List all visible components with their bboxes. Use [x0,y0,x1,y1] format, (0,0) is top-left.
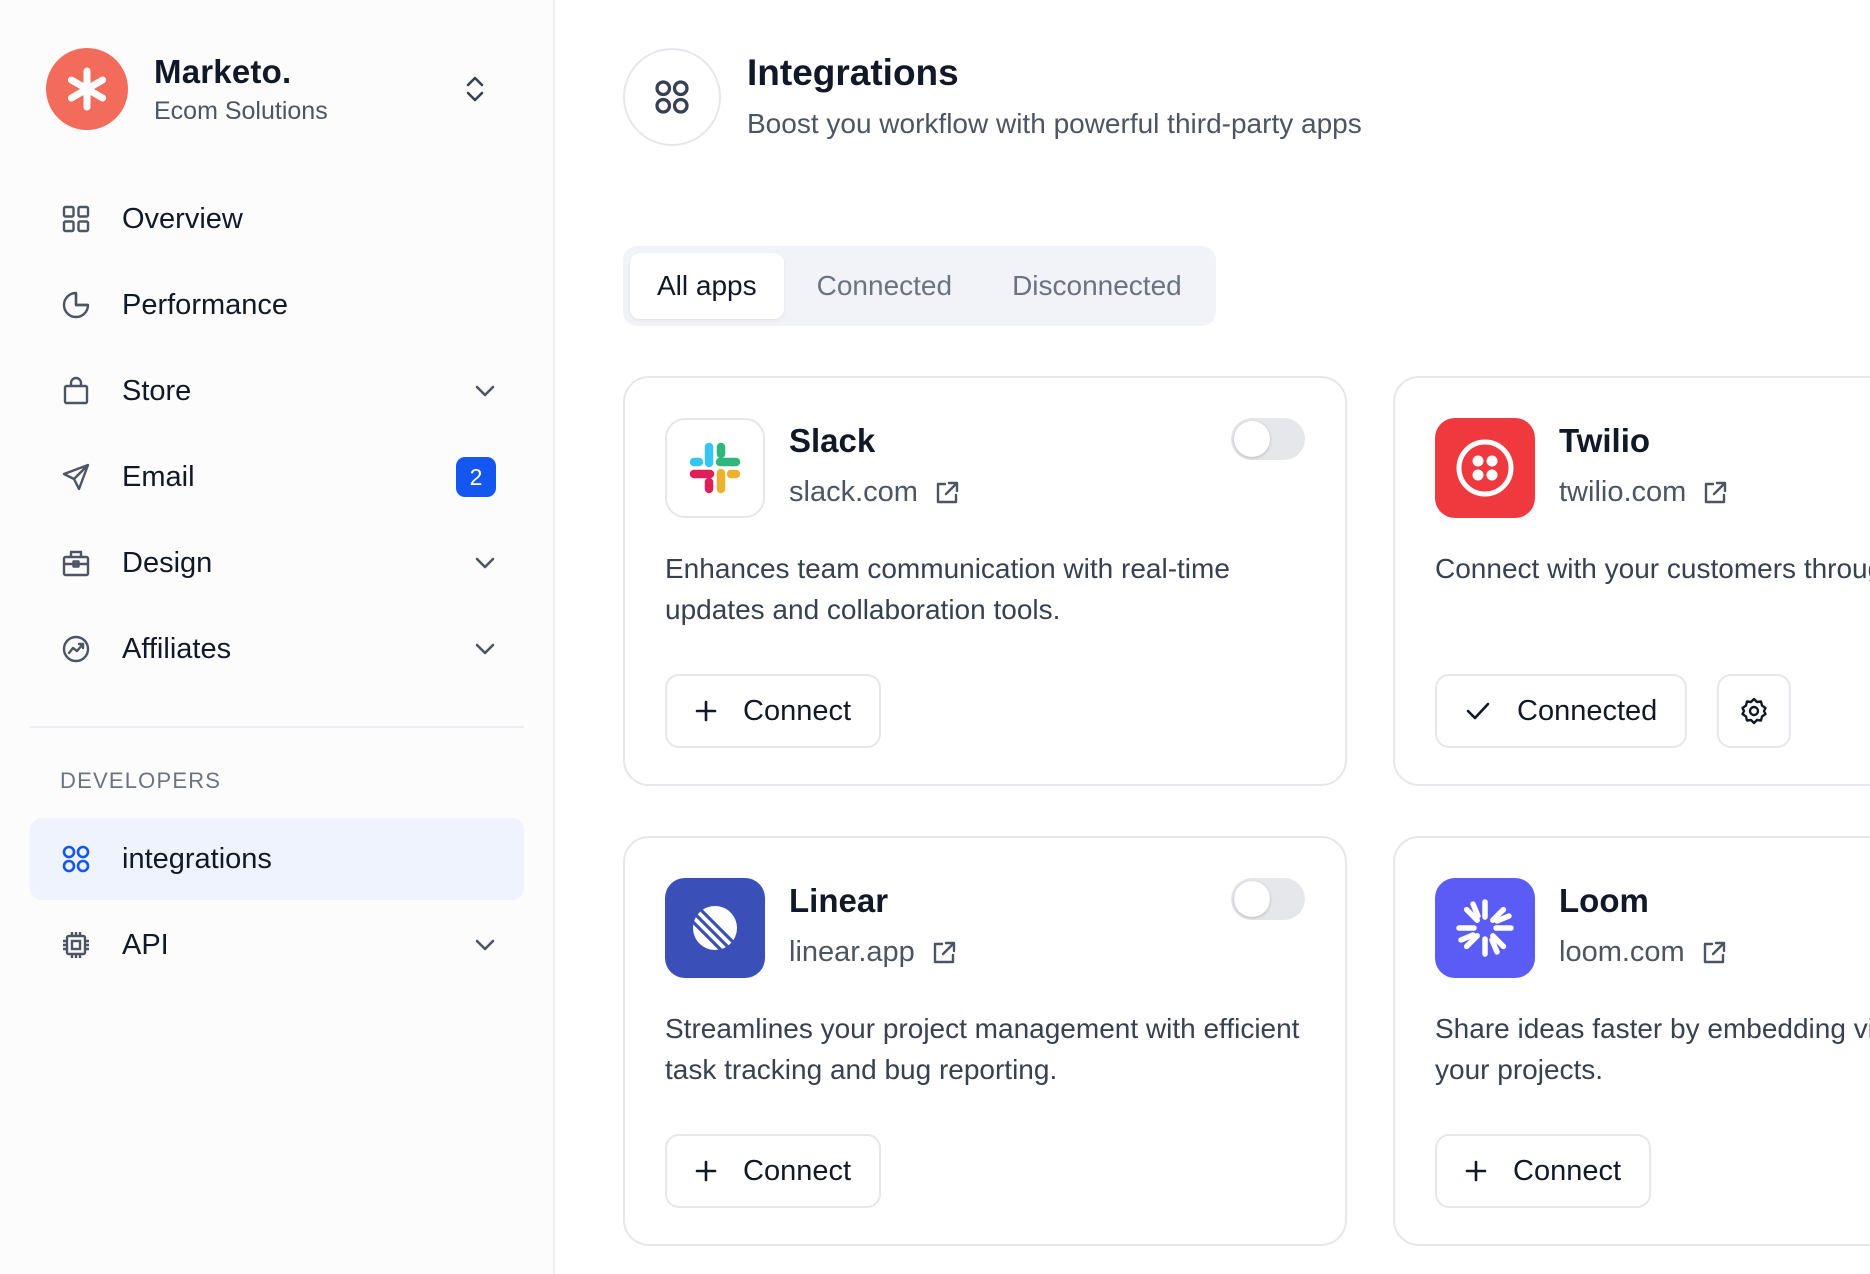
app-link[interactable]: twilio.com [1559,476,1728,509]
sidebar-item-label: Design [122,546,213,579]
gear-icon [1741,697,1767,725]
app-description: Connect with your customers through SMS,… [1435,553,1870,584]
sidebar-item-design[interactable]: Design [30,522,524,604]
app-link-text: twilio.com [1559,476,1687,508]
sidebar-item-email[interactable]: Email 2 [30,436,524,518]
pie-chart-icon [58,287,94,323]
slack-toggle[interactable] [1231,418,1305,460]
app-description: Share ideas faster by embedding videos d… [1435,1013,1870,1085]
connect-button[interactable]: Connect [1435,1134,1652,1208]
app-name: Twilio [1559,422,1651,459]
filter-tabs: All apps Connected Disconnected [623,246,1216,326]
brand-logo [46,48,128,130]
sidebar-item-label: Email [122,460,195,493]
external-link-icon [1705,481,1727,503]
button-label: Connect [1513,1154,1622,1187]
email-count-badge: 2 [456,457,496,497]
grid-icon [58,201,94,237]
app-card-twilio: Twilio twilio.com Connect with your cust… [1393,376,1870,786]
developer-nav: integrations API [30,818,524,990]
briefcase-icon [58,545,94,581]
sidebar-item-performance[interactable]: Performance [30,264,524,346]
main-content: Integrations Boost you workflow with pow… [557,0,1870,1274]
sidebar-item-affiliates[interactable]: Affiliates [30,608,524,690]
sidebar-item-label: API [122,928,169,961]
button-label: Connected [1517,694,1658,727]
twilio-logo-icon [1435,418,1535,518]
button-label: Connect [743,694,852,727]
developers-section-label: DEVELOPERS [60,768,222,793]
chevron-down-icon[interactable] [474,938,496,952]
plus-icon [695,1160,717,1182]
brand-name: Marketo. [154,52,292,90]
external-link-icon [933,941,955,963]
app-link-text: loom.com [1559,936,1685,968]
check-icon [1466,702,1490,720]
page-title: Integrations [747,52,959,93]
trending-icon [58,631,94,667]
asterisk-icon [67,67,107,111]
chevron-down-icon[interactable] [474,556,496,570]
sidebar-item-label: Affiliates [122,632,232,665]
sidebar-item-label: Performance [122,288,289,321]
app-card-slack: Slack slack.com Enhances team communicat… [623,376,1347,786]
nav-divider [30,726,524,728]
button-label: Connect [743,1154,852,1187]
tab-disconnected[interactable]: Disconnected [985,253,1209,319]
tab-all-apps[interactable]: All apps [630,253,784,319]
command-icon [655,80,689,114]
brand-subtitle: Ecom Solutions [154,96,328,125]
app-description: Streamlines your project management with… [665,1013,1300,1085]
shopping-bag-icon [58,373,94,409]
chevron-up-down-icon[interactable] [464,73,486,105]
chevron-down-icon[interactable] [474,384,496,398]
loom-logo-icon [1435,878,1535,978]
app-card-linear: Linear linear.app Streamlines your proje… [623,836,1347,1246]
page-subtitle: Boost you workflow with powerful third-p… [747,108,1362,139]
app-name: Slack [789,422,876,459]
send-icon [58,459,94,495]
sidebar: Marketo. Ecom Solutions Overview Perform… [0,0,555,1274]
toggle-knob [1234,421,1270,457]
sidebar-item-api[interactable]: API [30,904,524,986]
external-link-icon [936,481,959,503]
sidebar-item-label: Store [122,374,192,407]
app-link-text: linear.app [789,936,915,968]
sidebar-item-overview[interactable]: Overview [30,178,524,260]
linear-logo-icon [665,878,765,978]
tab-connected[interactable]: Connected [790,253,979,319]
connected-button[interactable]: Connected [1435,674,1688,748]
plus-icon [695,700,717,722]
app-link[interactable]: linear.app [789,936,957,969]
connect-button[interactable]: Connect [665,1134,882,1208]
sidebar-item-label: integrations [122,842,272,875]
external-link-icon [1703,941,1725,963]
app-card-loom: Loom loom.com Share ideas faster by embe… [1393,836,1870,1246]
app-name: Linear [789,882,889,919]
settings-button[interactable] [1717,674,1791,748]
sidebar-item-store[interactable]: Store [30,350,524,432]
chevron-down-icon[interactable] [474,642,496,656]
main-nav: Overview Performance Store Email 2 Desig… [30,178,524,694]
sidebar-item-integrations[interactable]: integrations [30,818,524,900]
slack-logo-icon [665,418,765,518]
chip-icon [58,927,94,963]
plus-icon [1465,1160,1487,1182]
app-link[interactable]: slack.com [789,476,960,509]
command-icon [58,841,94,877]
linear-toggle[interactable] [1231,878,1305,920]
app-link-text: slack.com [789,476,918,508]
integrations-header-icon [623,48,721,146]
sidebar-item-label: Overview [122,202,243,235]
app-name: Loom [1559,882,1649,919]
connect-button[interactable]: Connect [665,674,882,748]
app-description: Enhances team communication with real-ti… [665,553,1230,625]
app-link[interactable]: loom.com [1559,936,1727,969]
toggle-knob [1234,881,1270,917]
workspace-switcher[interactable]: Marketo. Ecom Solutions [46,48,506,130]
